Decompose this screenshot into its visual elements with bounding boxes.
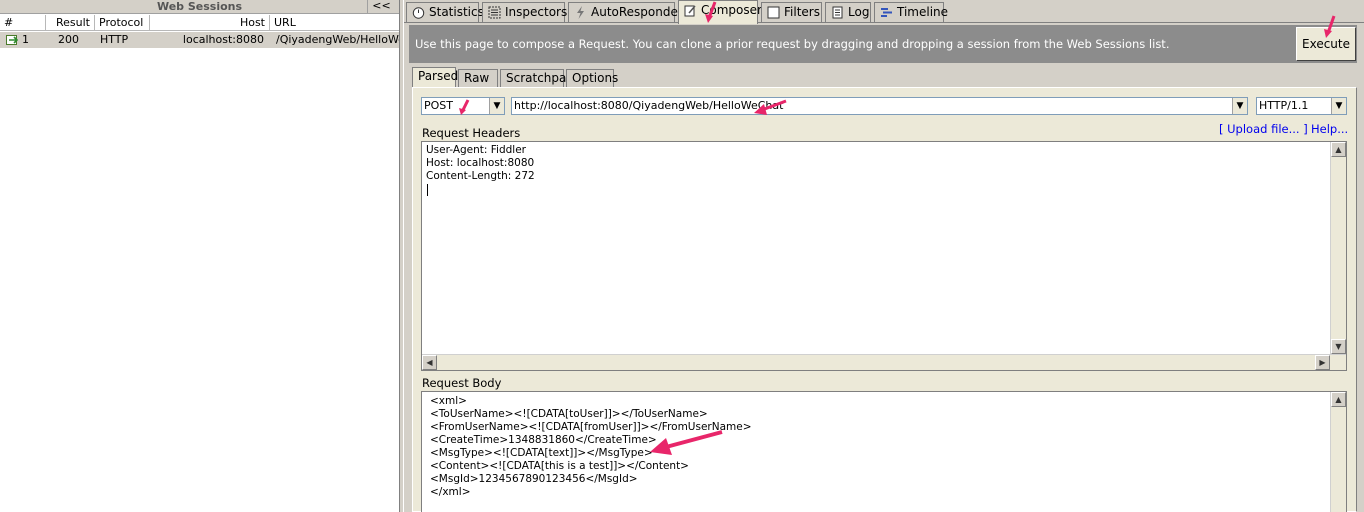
tab-autoresponder[interactable]: AutoResponder bbox=[568, 2, 683, 22]
composer-area: Statistics Inspectors AutoResponder Comp… bbox=[404, 0, 1364, 512]
tab-filters[interactable]: Filters bbox=[761, 2, 822, 22]
web-sessions-titlebar: Web Sessions << bbox=[0, 0, 399, 14]
session-result: 200 bbox=[58, 33, 79, 46]
compose-icon bbox=[683, 4, 697, 18]
annotation-arrow-icon bbox=[459, 99, 470, 115]
response-arrow-icon bbox=[6, 35, 19, 45]
scroll-down-icon[interactable]: ▼ bbox=[1331, 339, 1346, 354]
column-header-url[interactable]: URL bbox=[270, 15, 399, 30]
chevron-down-icon[interactable]: ▼ bbox=[489, 98, 504, 114]
scroll-right-icon[interactable]: ▶ bbox=[1315, 355, 1330, 370]
collapse-button[interactable]: << bbox=[367, 0, 395, 13]
stopwatch-icon bbox=[411, 6, 425, 20]
timeline-icon bbox=[879, 6, 893, 20]
column-header-number[interactable]: # bbox=[0, 15, 46, 30]
annotation-arrow-icon bbox=[754, 99, 787, 115]
scroll-up-icon[interactable]: ▲ bbox=[1331, 392, 1346, 407]
log-icon bbox=[830, 6, 844, 20]
lightning-icon bbox=[573, 6, 587, 20]
header-line: Content-Length: 272 bbox=[426, 170, 535, 182]
annotation-arrow-icon bbox=[650, 430, 723, 455]
header-line: Host: localhost:8080 bbox=[426, 157, 535, 169]
subtab-raw[interactable]: Raw bbox=[458, 69, 498, 87]
web-sessions-title: Web Sessions bbox=[156, 0, 243, 13]
session-protocol: HTTP bbox=[100, 33, 129, 46]
tab-label: Log bbox=[848, 5, 870, 19]
session-number: 1 bbox=[22, 33, 29, 46]
session-column-headers: # Result Protocol Host URL bbox=[0, 15, 399, 31]
request-headers-textarea[interactable]: User-Agent: Fiddler Host: localhost:8080… bbox=[421, 141, 1347, 371]
text-caret bbox=[427, 184, 428, 196]
headers-horizontal-scrollbar[interactable]: ◀ ▶ bbox=[422, 354, 1346, 370]
upload-file-link[interactable]: [ Upload file... ] bbox=[1219, 122, 1308, 136]
inspector-icon bbox=[487, 6, 501, 20]
tab-label: AutoResponder bbox=[591, 5, 683, 19]
body-line: <ToUserName><![CDATA[toUser]]></ToUserNa… bbox=[430, 408, 708, 420]
tab-label: Statistics bbox=[429, 5, 484, 19]
header-line: User-Agent: Fiddler bbox=[426, 144, 526, 156]
chevron-down-icon[interactable]: ▼ bbox=[1331, 98, 1346, 114]
tab-label: Inspectors bbox=[505, 5, 568, 19]
tab-inspectors[interactable]: Inspectors bbox=[482, 2, 568, 22]
annotation-arrow-icon bbox=[705, 1, 717, 23]
request-headers-label: Request Headers bbox=[422, 126, 521, 140]
body-line: <xml> bbox=[430, 395, 467, 407]
request-body-label: Request Body bbox=[422, 376, 502, 390]
checkbox-icon bbox=[766, 6, 780, 20]
url-input[interactable]: http://localhost:8080/QiyadengWeb/HelloW… bbox=[511, 97, 1248, 115]
info-bar: Use this page to compose a Request. You … bbox=[409, 25, 1357, 63]
scroll-left-icon[interactable]: ◀ bbox=[422, 355, 437, 370]
session-host: localhost:8080 bbox=[182, 33, 264, 46]
tab-timeline[interactable]: Timeline bbox=[874, 2, 948, 22]
tab-label: Filters bbox=[784, 5, 820, 19]
web-sessions-panel: Web Sessions << # Result Protocol Host U… bbox=[0, 0, 399, 512]
annotation-arrow-icon bbox=[1324, 15, 1336, 38]
column-header-protocol[interactable]: Protocol bbox=[95, 15, 150, 30]
main-tabstrip: Statistics Inspectors AutoResponder Comp… bbox=[404, 0, 1364, 24]
column-header-host[interactable]: Host bbox=[150, 15, 270, 30]
session-url: /QiyadengWeb/HelloWeC bbox=[276, 33, 399, 46]
composer-subtabs: Parsed Raw Scratchpad Options bbox=[412, 67, 1357, 88]
headers-vertical-scrollbar[interactable]: ▲ ▼ bbox=[1330, 142, 1346, 354]
body-vertical-scrollbar[interactable]: ▲ bbox=[1330, 392, 1346, 512]
scroll-up-icon[interactable]: ▲ bbox=[1331, 142, 1346, 157]
help-link[interactable]: Help... bbox=[1311, 122, 1348, 136]
body-line: <MsgId>1234567890123456</MsgId> bbox=[430, 473, 638, 485]
body-line: <Content><![CDATA[this is a test]]></Con… bbox=[430, 460, 689, 472]
subtab-parsed[interactable]: Parsed bbox=[412, 67, 458, 88]
tab-label: Timeline bbox=[897, 5, 949, 19]
info-text: Use this page to compose a Request. You … bbox=[415, 37, 1170, 51]
parsed-panel: POST ▼ http://localhost:8080/QiyadengWeb… bbox=[412, 87, 1357, 512]
subtab-scratchpad[interactable]: Scratchpad bbox=[500, 69, 574, 87]
tab-statistics[interactable]: Statistics bbox=[406, 2, 484, 22]
chevron-down-icon[interactable]: ▼ bbox=[1232, 98, 1247, 114]
tab-log[interactable]: Log bbox=[825, 2, 871, 22]
body-line: </xml> bbox=[430, 486, 471, 498]
table-row[interactable]: 1 200 HTTP localhost:8080 /QiyadengWeb/H… bbox=[0, 32, 399, 48]
headers-lines: User-Agent: Fiddler Host: localhost:8080… bbox=[426, 144, 535, 183]
column-header-result[interactable]: Result bbox=[46, 15, 95, 30]
http-version-value: HTTP/1.1 bbox=[1259, 99, 1309, 112]
request-body-textarea[interactable]: <xml> <ToUserName><![CDATA[toUser]]></To… bbox=[421, 391, 1347, 512]
http-version-select[interactable]: HTTP/1.1 ▼ bbox=[1256, 97, 1347, 115]
url-value: http://localhost:8080/QiyadengWeb/HelloW… bbox=[514, 99, 784, 112]
method-value: POST bbox=[424, 99, 453, 112]
subtab-options[interactable]: Options bbox=[566, 69, 618, 87]
